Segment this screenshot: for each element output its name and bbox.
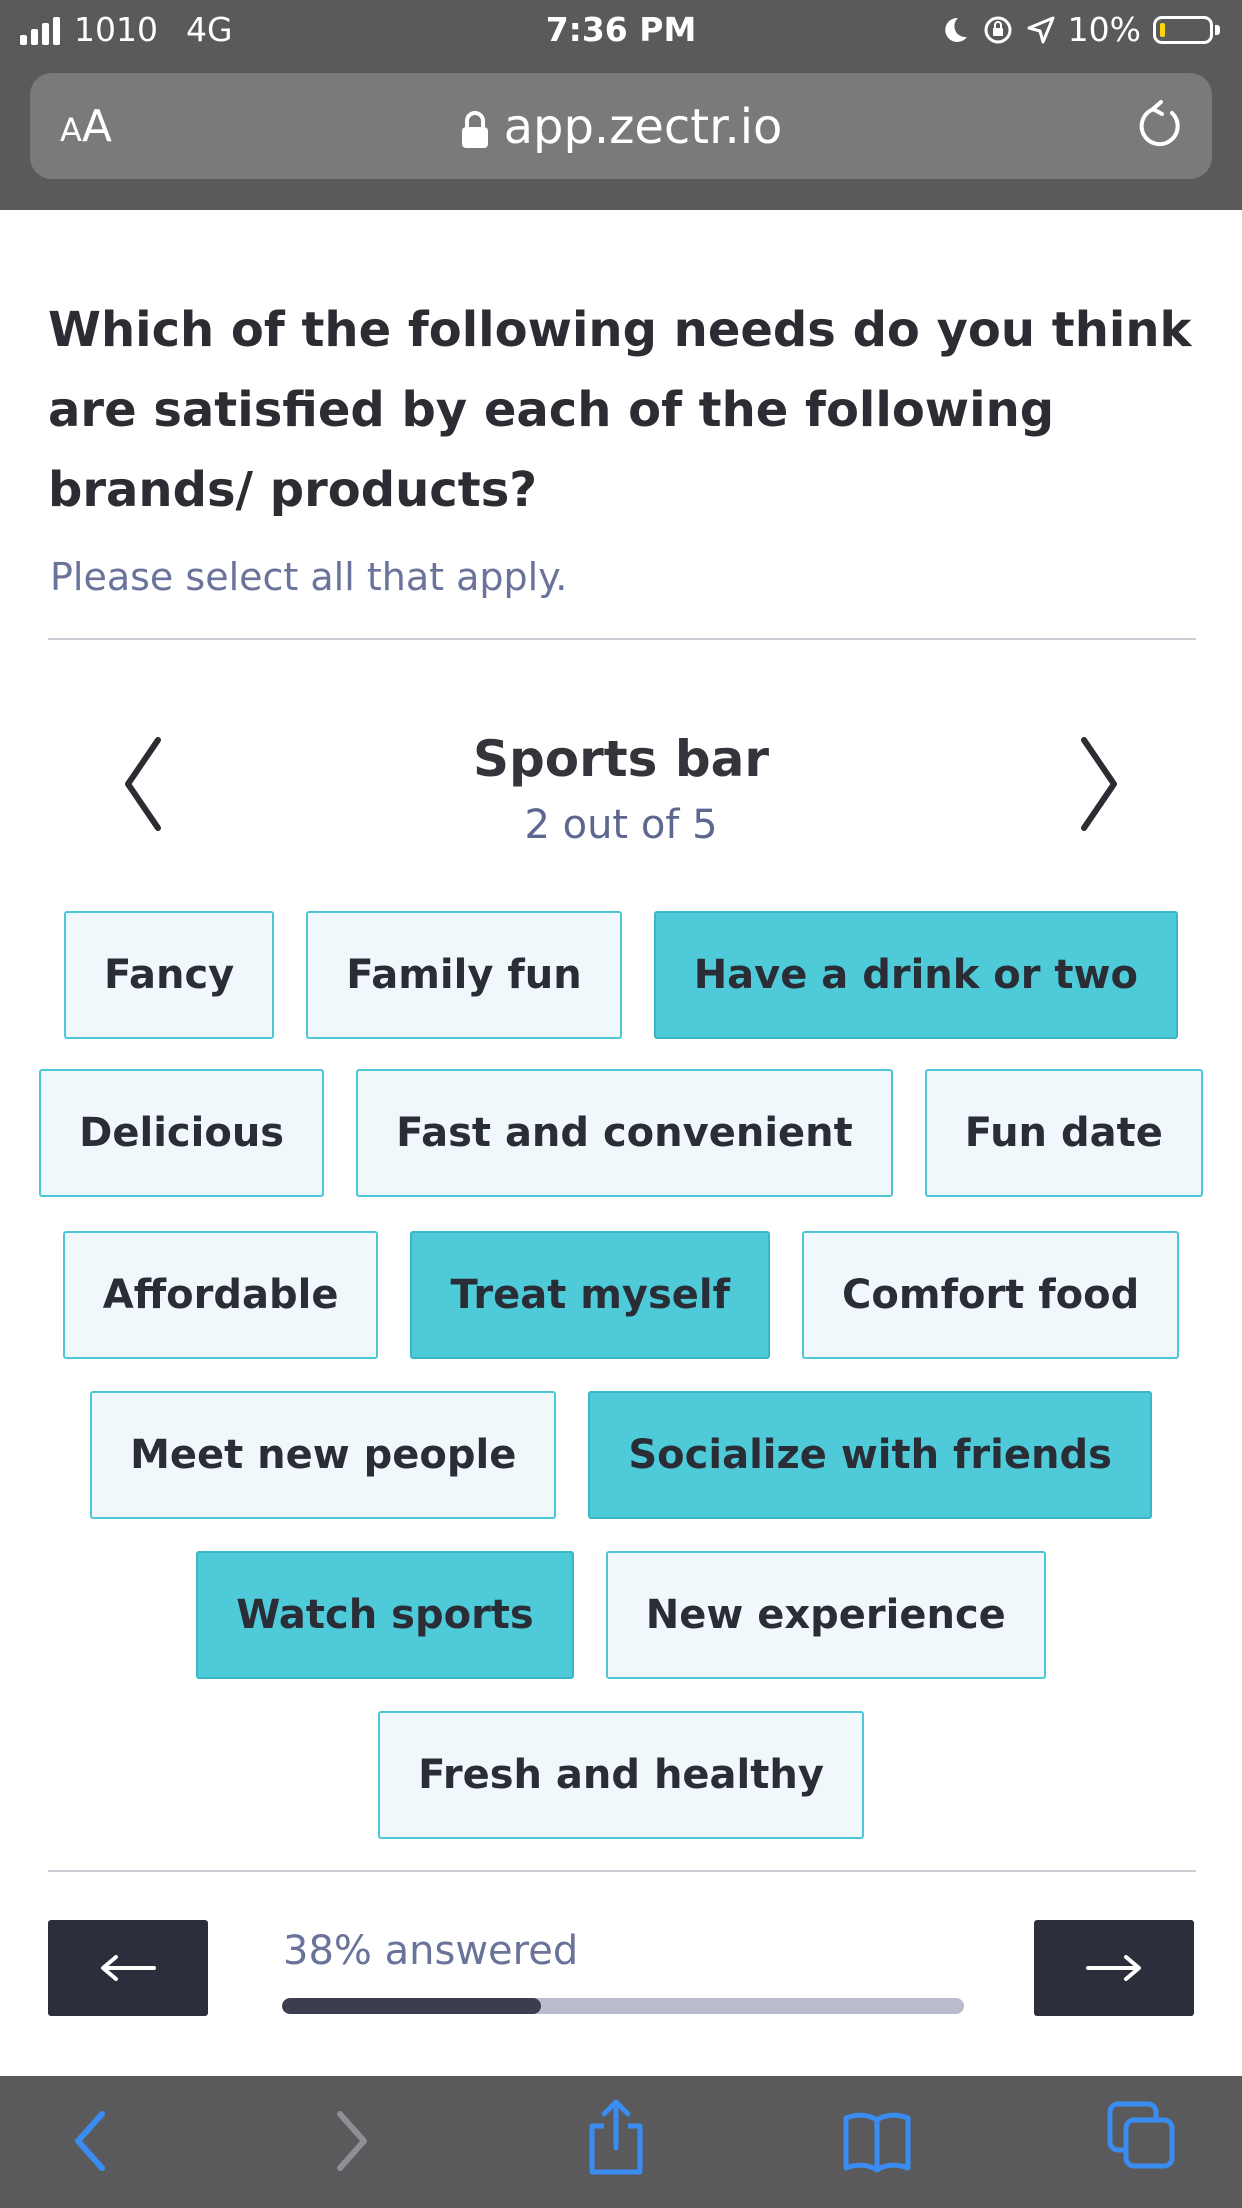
moon-icon xyxy=(944,17,967,42)
option-socialize-with-friends[interactable]: Socialize with friends xyxy=(588,1391,1152,1519)
orientation-lock-icon xyxy=(984,16,1012,43)
item-progress: 2 out of 5 xyxy=(524,802,718,848)
divider-bottom xyxy=(48,1870,1196,1872)
chevron-right-icon[interactable] xyxy=(1076,734,1122,834)
option-meet-new-people[interactable]: Meet new people xyxy=(90,1391,557,1519)
next-question-button[interactable] xyxy=(1034,1920,1194,2016)
browser-chrome-top: 1010 4G 7:36 PM 10% AA app.zectr.io xyxy=(0,0,1242,210)
answered-progress-text: 38% answered xyxy=(283,1928,579,1974)
options-row-1: Fancy Family fun Have a drink or two xyxy=(0,911,1242,1039)
battery-percent: 10% xyxy=(1067,10,1141,49)
tabs-icon[interactable] xyxy=(1106,2100,1178,2172)
options-row-2: Delicious Fast and convenient Fun date xyxy=(0,1069,1242,1197)
option-treat-myself[interactable]: Treat myself xyxy=(410,1231,771,1359)
lock-icon xyxy=(461,111,488,148)
status-right: 10% xyxy=(940,10,1220,49)
share-icon[interactable] xyxy=(584,2098,648,2178)
battery-icon xyxy=(1153,15,1213,44)
options-row-4: Meet new people Socialize with friends xyxy=(0,1391,1242,1519)
divider-top xyxy=(48,638,1196,640)
question-text: Which of the following needs do you thin… xyxy=(48,302,1192,518)
option-fun-date[interactable]: Fun date xyxy=(924,1069,1203,1197)
option-have-a-drink-or-two[interactable]: Have a drink or two xyxy=(653,911,1178,1039)
progress-bar-fill xyxy=(282,1998,542,2014)
option-delicious[interactable]: Delicious xyxy=(39,1069,325,1197)
option-fast-and-convenient[interactable]: Fast and convenient xyxy=(356,1069,893,1197)
forward-icon[interactable] xyxy=(332,2106,372,2176)
arrow-left-icon xyxy=(101,1955,156,1981)
url-display[interactable]: app.zectr.io xyxy=(30,99,1212,155)
option-watch-sports[interactable]: Watch sports xyxy=(196,1551,574,1679)
item-navigator: Sports bar 2 out of 5 xyxy=(0,720,1242,870)
reload-icon[interactable] xyxy=(1132,97,1188,153)
status-bar: 1010 4G 7:36 PM 10% xyxy=(0,0,1242,62)
option-fresh-and-healthy[interactable]: Fresh and healthy xyxy=(378,1711,864,1839)
options-row-5: Watch sports New experience xyxy=(0,1551,1242,1679)
bookmarks-icon[interactable] xyxy=(842,2106,912,2176)
back-icon[interactable] xyxy=(70,2106,110,2176)
progress-bar xyxy=(282,1998,964,2014)
previous-question-button[interactable] xyxy=(48,1920,208,2016)
options-row-6: Fresh and healthy xyxy=(0,1711,1242,1839)
location-icon xyxy=(1027,16,1055,43)
browser-toolbar xyxy=(0,2076,1242,2208)
option-fancy[interactable]: Fancy xyxy=(64,911,275,1039)
arrow-right-icon xyxy=(1086,1955,1141,1981)
instructions-text: Please select all that apply. xyxy=(50,555,568,599)
option-new-experience[interactable]: New experience xyxy=(605,1551,1046,1679)
url-text: app.zectr.io xyxy=(503,99,783,155)
options-row-3: Affordable Treat myself Comfort food xyxy=(0,1231,1242,1359)
address-bar[interactable]: AA app.zectr.io xyxy=(30,73,1212,179)
option-family-fun[interactable]: Family fun xyxy=(306,911,622,1039)
option-affordable[interactable]: Affordable xyxy=(62,1231,379,1359)
option-comfort-food[interactable]: Comfort food xyxy=(802,1231,1180,1359)
item-name: Sports bar xyxy=(472,730,770,788)
